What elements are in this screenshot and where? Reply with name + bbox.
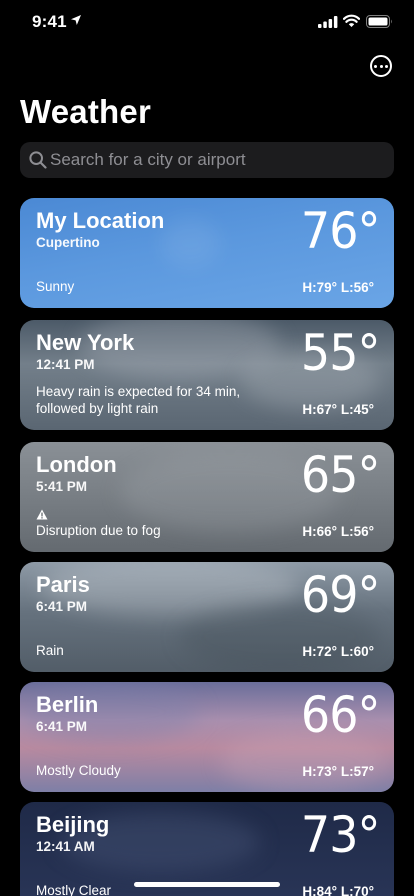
wifi-icon	[343, 14, 360, 27]
search-input[interactable]	[50, 142, 380, 178]
city-card-paris[interactable]: Paris 6:41 PM 69° Rain H:72° L:60°	[20, 562, 394, 672]
city-card-my-location[interactable]: My Location Cupertino 76° Sunny H:79° L:…	[20, 198, 394, 308]
city-high-low: H:84° L:70°	[302, 884, 374, 896]
city-subtitle: Cupertino	[36, 235, 100, 250]
status-bar: 9:41	[0, 0, 414, 44]
city-high-low: H:66° L:56°	[302, 524, 374, 539]
city-subtitle: 12:41 AM	[36, 839, 95, 854]
city-condition: Mostly Cloudy	[36, 763, 121, 778]
cellular-signal-icon	[318, 16, 338, 28]
city-temperature: 73°	[301, 806, 381, 864]
city-temperature: 55°	[301, 324, 381, 382]
city-condition: Disruption due to fog	[36, 523, 161, 538]
ellipsis-circle-icon	[374, 64, 377, 68]
city-subtitle: 12:41 PM	[36, 357, 95, 372]
city-condition: Sunny	[36, 279, 75, 294]
city-high-low: H:72° L:60°	[302, 644, 374, 659]
page-title: Weather	[20, 93, 151, 130]
city-card-berlin[interactable]: Berlin 6:41 PM 66° Mostly Cloudy H:73° L…	[20, 682, 394, 792]
home-indicator[interactable]	[134, 882, 280, 887]
city-name: My Location	[36, 208, 165, 233]
city-card-london[interactable]: London 5:41 PM 65° Disruption due to fog…	[20, 442, 394, 552]
city-high-low: H:67° L:45°	[302, 402, 374, 417]
city-condition: Rain	[36, 643, 64, 658]
city-high-low: H:73° L:57°	[302, 764, 374, 779]
warning-triangle-icon	[36, 509, 48, 520]
city-name: New York	[36, 330, 135, 355]
city-subtitle: 5:41 PM	[36, 479, 88, 494]
city-name: Berlin	[36, 692, 99, 717]
city-temperature: 65°	[301, 446, 381, 504]
city-name: London	[36, 452, 117, 477]
status-time: 9:41	[32, 12, 67, 31]
location-arrow-icon	[71, 15, 81, 25]
battery-icon	[366, 15, 392, 28]
city-temperature: 66°	[301, 686, 381, 744]
city-subtitle: 6:41 PM	[36, 599, 88, 614]
city-name: Beijing	[36, 812, 110, 837]
city-temperature: 76°	[301, 202, 381, 260]
city-condition: Heavy rain is expected for 34 min, follo…	[36, 384, 241, 416]
city-card-new-york[interactable]: New York 12:41 PM 55° Heavy rain is expe…	[20, 320, 394, 430]
city-high-low: H:79° L:56°	[302, 280, 374, 295]
search-bar[interactable]	[20, 142, 394, 178]
city-name: Paris	[36, 572, 90, 597]
more-options-button[interactable]	[370, 55, 392, 77]
search-icon	[29, 151, 47, 169]
city-temperature: 69°	[301, 566, 381, 624]
city-subtitle: 6:41 PM	[36, 719, 88, 734]
